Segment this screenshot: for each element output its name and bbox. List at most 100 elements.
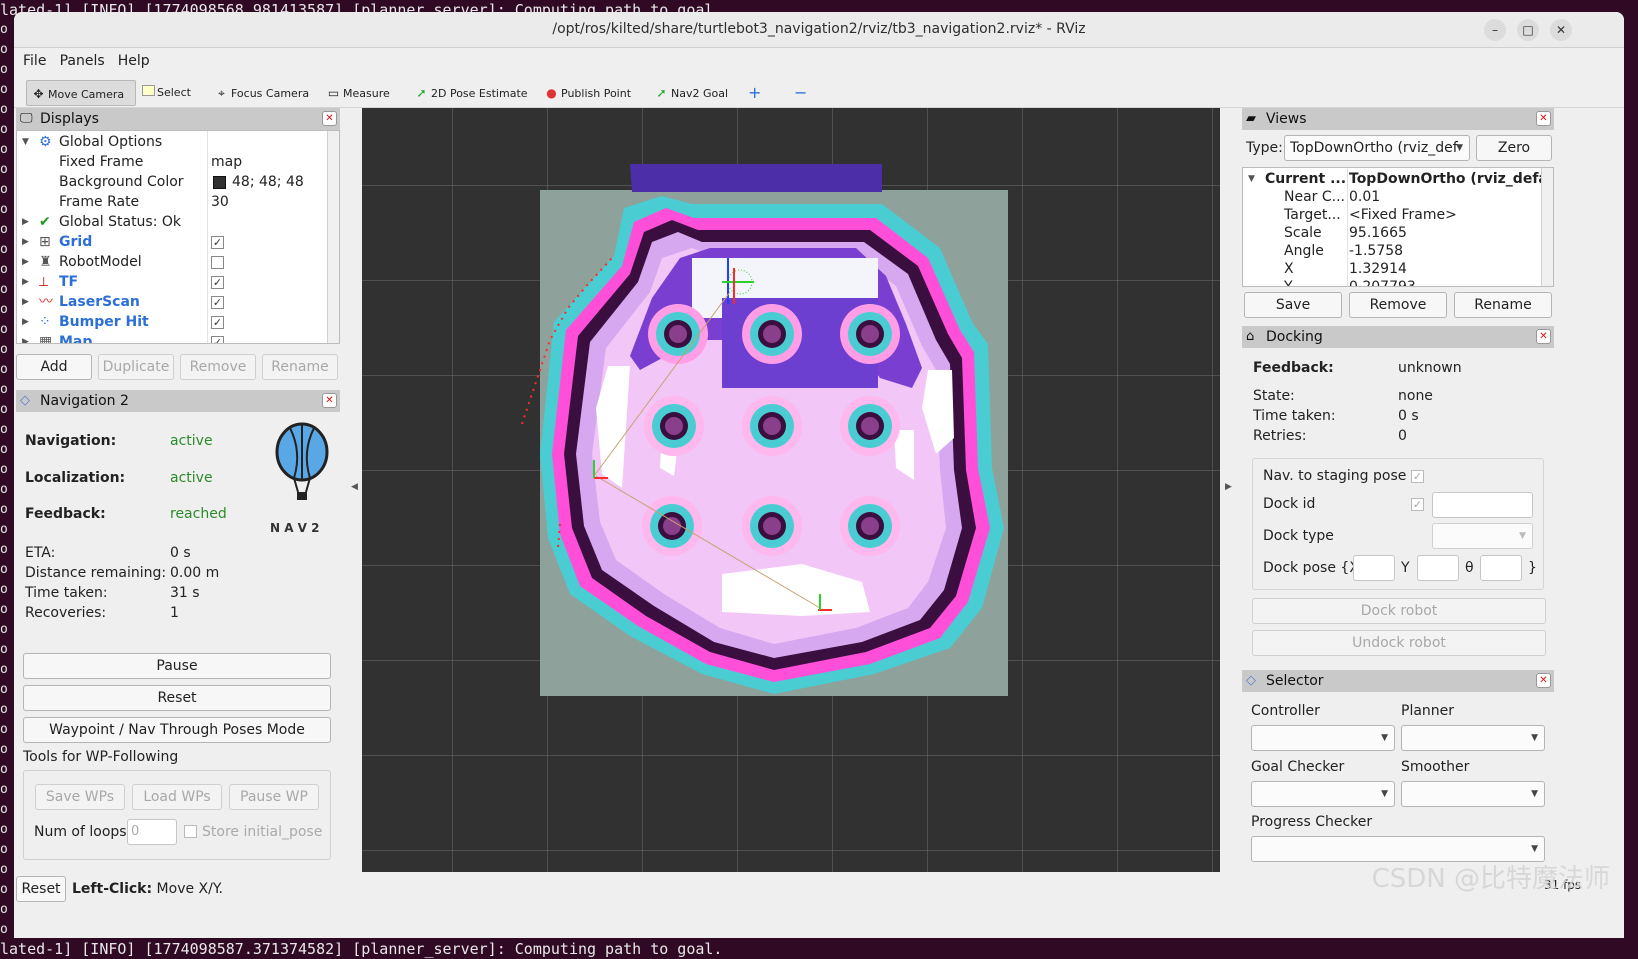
dock-id-input[interactable] xyxy=(1432,492,1533,518)
tool-bar: ✥ Move Camera Select ⌖ Focus Camera ▭ Measu… xyxy=(14,74,1624,108)
waypoint-mode-button[interactable]: Waypoint / Nav Through Poses Mode xyxy=(23,717,331,743)
menu-file[interactable]: File xyxy=(23,53,46,69)
displays-tree: ▼ ⚙ Global Options Fixed Frame map Backg… xyxy=(16,130,340,344)
map-icon: ▦ xyxy=(39,334,53,344)
pause-wp-button[interactable]: Pause WP xyxy=(229,784,319,810)
minimize-button[interactable]: – xyxy=(1484,19,1506,41)
expand-right-icon[interactable]: ▶ xyxy=(22,332,29,343)
laser-wave-icon: 〰 xyxy=(39,294,53,310)
docking-time-value: 0 s xyxy=(1398,408,1419,424)
grid-icon: ⊞ xyxy=(39,234,51,250)
undock-robot-button[interactable]: Undock robot xyxy=(1252,630,1546,656)
expand-right-icon[interactable]: ▶ xyxy=(22,252,29,272)
move-camera-icon: ✥ xyxy=(33,87,44,101)
rename-display-button[interactable]: Rename xyxy=(262,354,338,380)
status-hint: Left-Click: Move X/Y. xyxy=(72,881,223,897)
views-remove-button[interactable]: Remove xyxy=(1349,292,1447,318)
views-close-icon[interactable]: ✕ xyxy=(1536,111,1551,126)
expand-right-icon[interactable]: ▶ xyxy=(22,212,29,232)
dock-pose-close-brace: } xyxy=(1528,560,1537,576)
duplicate-display-button[interactable]: Duplicate xyxy=(98,354,174,380)
move-camera-tool[interactable]: ✥ Move Camera xyxy=(26,80,136,106)
status-reset-button[interactable]: Reset xyxy=(16,876,66,902)
focus-camera-tool[interactable]: ⌖ Focus Camera xyxy=(210,80,315,106)
robotmodel-checkbox[interactable] xyxy=(211,256,224,269)
selector-close-icon[interactable]: ✕ xyxy=(1536,673,1551,688)
select-tool[interactable]: Select xyxy=(138,80,197,106)
goal-checker-select[interactable]: ▼ xyxy=(1251,781,1395,807)
chevron-down-icon: ▼ xyxy=(1531,789,1538,799)
docking-header: ⌂ Docking ✕ xyxy=(1242,326,1554,348)
time-taken-value: 31 s xyxy=(170,585,200,601)
remove-display-button[interactable]: Remove xyxy=(180,354,256,380)
nav2-goal-tool[interactable]: ➚ Nav2 Goal xyxy=(650,80,734,106)
chevron-down-icon: ▼ xyxy=(1456,143,1463,153)
map-checkbox[interactable]: ✓ xyxy=(211,336,224,343)
store-initial-pose-checkbox[interactable] xyxy=(184,825,197,838)
expand-right-icon[interactable]: ▶ xyxy=(22,232,29,252)
grid-checkbox[interactable]: ✓ xyxy=(211,236,224,249)
expand-down-icon[interactable]: ▼ xyxy=(1248,169,1255,189)
displays-scrollbar[interactable] xyxy=(327,131,339,343)
views-scrollbar[interactable] xyxy=(1541,168,1553,286)
docking-close-icon[interactable]: ✕ xyxy=(1536,329,1551,344)
expand-right-icon[interactable]: ▶ xyxy=(22,312,29,332)
menu-panels[interactable]: Panels xyxy=(60,53,105,69)
recoveries-label: Recoveries: xyxy=(25,605,107,621)
add-tool-button[interactable]: + xyxy=(744,80,767,106)
maximize-button[interactable]: □ xyxy=(1517,19,1539,41)
views-type-select[interactable]: TopDownOrtho (rviz_def ▼ xyxy=(1284,135,1470,161)
staging-pose-checkbox[interactable]: ✓ xyxy=(1411,470,1424,483)
navigation-header: ◇ Navigation 2 ✕ xyxy=(16,390,340,412)
dock-pose-y-input[interactable] xyxy=(1417,555,1459,581)
planner-select[interactable]: ▼ xyxy=(1401,725,1545,751)
controller-select[interactable]: ▼ xyxy=(1251,725,1395,751)
dock-pose-x-input[interactable] xyxy=(1353,555,1395,581)
render-viewport[interactable] xyxy=(362,108,1220,872)
collapse-left-icon[interactable]: ◀ xyxy=(351,482,358,492)
views-title: Views xyxy=(1266,111,1307,127)
docking-state-value: none xyxy=(1398,388,1433,404)
dock-id-checkbox[interactable]: ✓ xyxy=(1411,498,1424,511)
pillars xyxy=(642,304,900,556)
save-wps-button[interactable]: Save WPs xyxy=(35,784,125,810)
menu-help[interactable]: Help xyxy=(118,53,150,69)
laserscan-checkbox[interactable]: ✓ xyxy=(211,296,224,309)
pause-button[interactable]: Pause xyxy=(23,653,331,679)
remove-tool-button[interactable]: − xyxy=(790,80,813,106)
recoveries-value: 1 xyxy=(170,605,179,621)
distance-label: Distance remaining: xyxy=(25,565,167,581)
rviz-window: /opt/ros/kilted/share/turtlebot3_navigat… xyxy=(14,12,1624,938)
measure-tool[interactable]: ▭ Measure xyxy=(322,80,396,106)
dock-pose-theta-input[interactable] xyxy=(1480,555,1522,581)
pose-estimate-tool[interactable]: ➚ 2D Pose Estimate xyxy=(410,80,534,106)
navigation-close-icon[interactable]: ✕ xyxy=(322,393,337,408)
store-initial-pose-label: Store initial_pose xyxy=(202,824,323,840)
tf-checkbox[interactable]: ✓ xyxy=(211,276,224,289)
expand-down-icon[interactable]: ▼ xyxy=(22,132,29,152)
publish-point-tool[interactable]: ● Publish Point xyxy=(540,80,637,106)
title-bar[interactable]: /opt/ros/kilted/share/turtlebot3_navigat… xyxy=(14,12,1624,48)
views-save-button[interactable]: Save xyxy=(1244,292,1342,318)
docking-feedback-label: Feedback: xyxy=(1253,360,1334,376)
collapse-right-icon[interactable]: ▶ xyxy=(1225,482,1232,492)
add-display-button[interactable]: Add xyxy=(16,354,92,380)
dock-type-select[interactable]: ▼ xyxy=(1432,523,1533,549)
load-wps-button[interactable]: Load WPs xyxy=(132,784,222,810)
smoother-select[interactable]: ▼ xyxy=(1401,781,1545,807)
zero-button[interactable]: Zero xyxy=(1476,135,1552,161)
displays-close-icon[interactable]: ✕ xyxy=(322,111,337,126)
dock-type-label: Dock type xyxy=(1263,528,1334,544)
time-taken-label: Time taken: xyxy=(25,585,108,601)
dock-robot-button[interactable]: Dock robot xyxy=(1252,598,1546,624)
close-window-button[interactable]: ✕ xyxy=(1550,19,1572,41)
chevron-down-icon: ▼ xyxy=(1531,733,1538,743)
bumper-hit-checkbox[interactable]: ✓ xyxy=(211,316,224,329)
num-loops-input[interactable]: 0 xyxy=(127,819,177,845)
eta-value: 0 s xyxy=(170,545,191,561)
expand-right-icon[interactable]: ▶ xyxy=(22,292,29,312)
staging-pose-label: Nav. to staging pose xyxy=(1263,468,1407,484)
views-rename-button[interactable]: Rename xyxy=(1454,292,1552,318)
reset-button[interactable]: Reset xyxy=(23,685,331,711)
expand-right-icon[interactable]: ▶ xyxy=(22,272,29,292)
